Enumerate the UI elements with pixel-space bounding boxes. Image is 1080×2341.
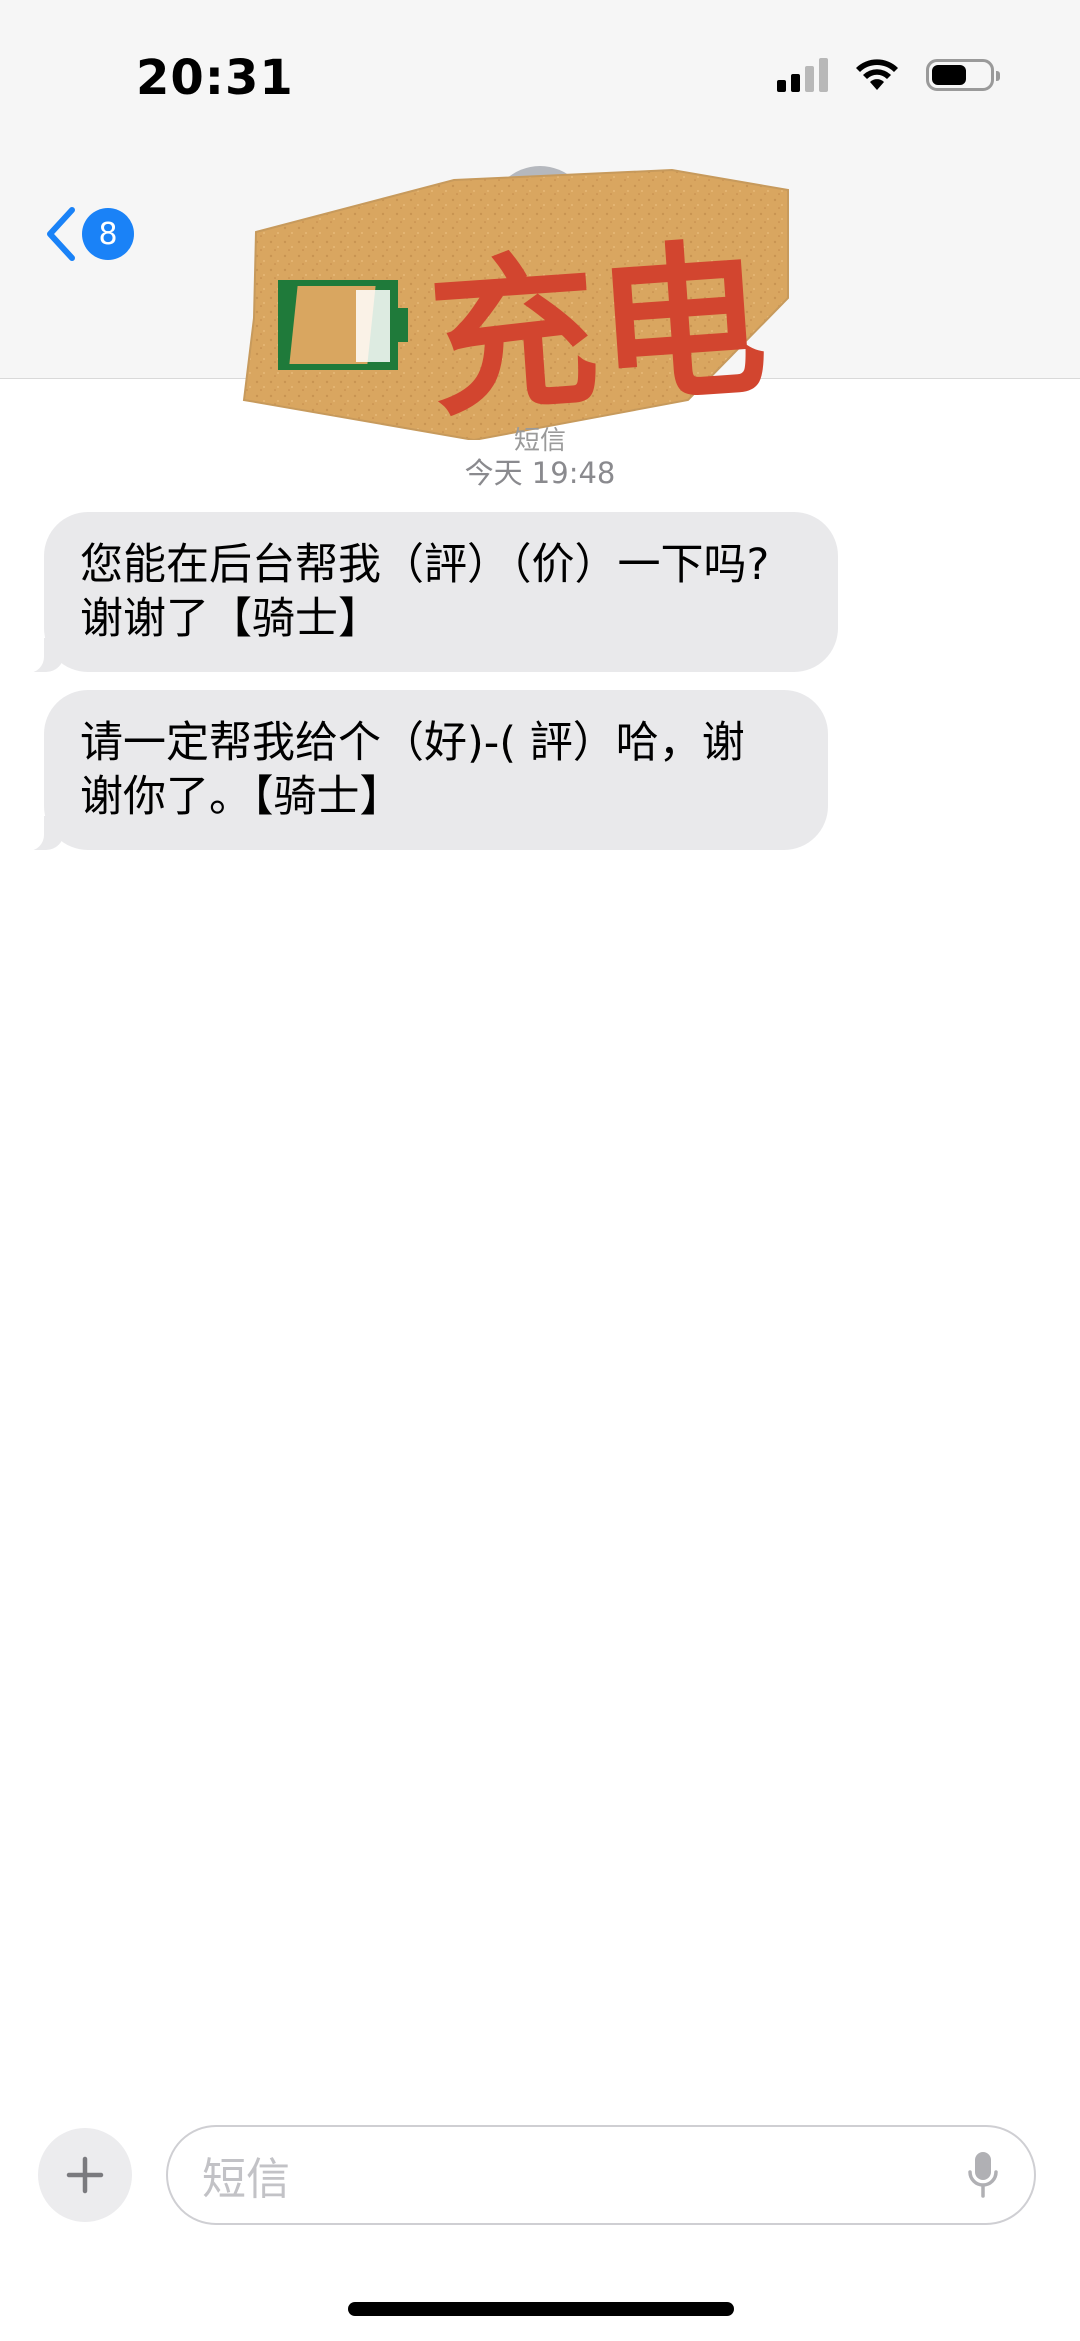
message-timestamp: 今天 19:48 <box>464 456 616 490</box>
unread-badge: 8 <box>82 208 134 260</box>
message-input-placeholder: 短信 <box>202 2154 290 2205</box>
sticker-text: 充电 <box>423 221 772 440</box>
home-indicator[interactable] <box>348 2302 734 2316</box>
message-line: 您能在后台帮我（評）（价）一下吗? <box>80 540 770 590</box>
battery-icon <box>926 59 1000 91</box>
cellular-signal-icon <box>777 58 828 92</box>
incoming-message[interactable]: 请一定帮我给个（好)-( 評）哈，谢 谢你了。【骑士】 <box>18 690 828 851</box>
status-time: 20:31 <box>136 50 294 106</box>
message-line: 请一定帮我给个（好)-( 評）哈，谢 <box>80 718 745 768</box>
battery-sticker-icon <box>278 280 408 370</box>
microphone-icon[interactable] <box>966 2150 1000 2200</box>
incoming-message[interactable]: 您能在后台帮我（評）（价）一下吗? 谢谢了【骑士】 <box>18 512 838 673</box>
back-button[interactable]: 8 <box>44 206 134 262</box>
battery-level <box>932 65 966 85</box>
add-attachment-button[interactable] <box>38 2128 132 2222</box>
chevron-left-icon <box>47 207 75 261</box>
charging-sticker: 充电 <box>242 168 789 440</box>
plus-icon <box>66 2156 104 2194</box>
message-line: 谢谢了【骑士】 <box>80 594 381 644</box>
status-icons <box>777 58 1000 92</box>
wifi-icon <box>856 59 898 90</box>
message-line: 谢你了。【骑士】 <box>80 772 403 822</box>
message-input[interactable]: 短信 <box>166 2125 1036 2225</box>
